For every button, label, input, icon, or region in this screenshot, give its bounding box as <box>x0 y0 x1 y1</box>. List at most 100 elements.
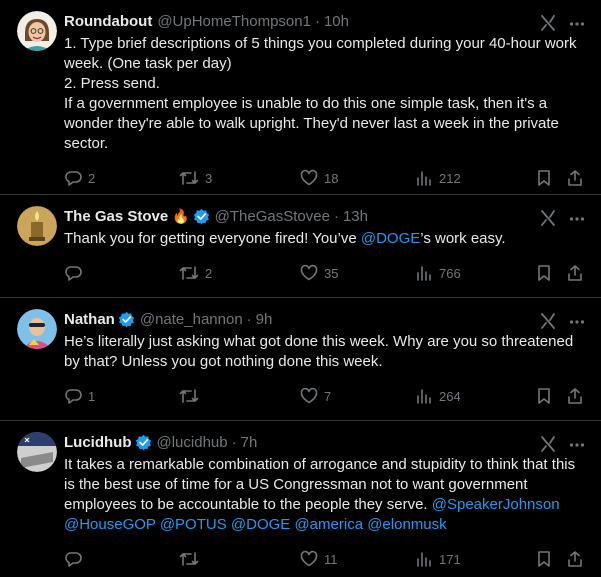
reply-feed: Roundabout @UpHomeThompson1 · 10h 1. Typ… <box>0 0 601 577</box>
more-icon[interactable] <box>569 211 585 232</box>
reply-button[interactable] <box>64 550 88 568</box>
separator-dot: · <box>231 434 237 451</box>
reply-icon <box>65 171 82 186</box>
tweet-header: Lucidhub @lucidhub · 7h <box>64 432 587 453</box>
timestamp[interactable]: 9h <box>256 311 273 328</box>
like-button[interactable]: 11 <box>300 550 338 568</box>
grok-icon[interactable] <box>539 14 557 37</box>
more-icon[interactable] <box>569 437 585 458</box>
tweet-header: Nathan @nate_hannon · 9h <box>64 309 587 330</box>
tweet[interactable]: The Gas Stove 🔥 @TheGasStovee · 13h Than… <box>0 195 601 298</box>
reply-count: 2 <box>88 170 96 186</box>
user-handle[interactable]: @TheGasStovee <box>215 208 330 225</box>
verified-badge-icon <box>193 208 210 225</box>
reply-icon <box>65 266 82 281</box>
mention-link[interactable]: @SpeakerJohnson <box>432 496 560 513</box>
like-button[interactable]: 7 <box>300 387 331 405</box>
grok-icon[interactable] <box>539 435 557 458</box>
like-icon <box>300 550 318 567</box>
action-bar: 2 35 766 <box>64 255 587 291</box>
bookmark-button[interactable] <box>536 264 552 282</box>
views-count: 212 <box>439 170 461 186</box>
separator-dot: · <box>246 311 252 328</box>
like-icon <box>300 169 318 186</box>
retweet-count: 3 <box>205 170 213 186</box>
timestamp[interactable]: 10h <box>324 13 349 30</box>
like-button[interactable]: 35 <box>300 264 338 282</box>
retweet-button[interactable] <box>179 387 205 405</box>
timestamp[interactable]: 13h <box>343 208 368 225</box>
views-count: 264 <box>439 388 461 404</box>
like-count: 18 <box>324 170 339 186</box>
reply-button[interactable]: 1 <box>64 387 95 405</box>
like-count: 35 <box>324 265 339 281</box>
user-handle[interactable]: @UpHomeThompson1 <box>157 13 311 30</box>
mention-links[interactable]: @HouseGOP @POTUS @DOGE @america @elonmus… <box>64 516 447 533</box>
retweet-button[interactable] <box>179 550 205 568</box>
tweet[interactable]: Roundabout @UpHomeThompson1 · 10h 1. Typ… <box>0 0 601 195</box>
text-part: Thank you for getting everyone fired! Yo… <box>64 230 361 247</box>
display-name[interactable]: Nathan <box>64 311 115 328</box>
views-count: 171 <box>439 551 461 567</box>
more-icon[interactable] <box>569 16 585 37</box>
reply-button[interactable]: 2 <box>64 169 95 187</box>
bookmark-button[interactable] <box>536 169 552 187</box>
mention-link[interactable]: @DOGE <box>361 230 420 247</box>
views-button[interactable]: 212 <box>415 169 461 187</box>
avatar[interactable] <box>17 432 57 472</box>
avatar[interactable] <box>17 206 57 246</box>
grok-icon[interactable] <box>539 312 557 335</box>
verified-badge-icon <box>118 311 135 328</box>
verified-badge-icon <box>135 434 152 451</box>
views-icon <box>417 266 431 281</box>
reply-icon <box>65 389 82 404</box>
user-handle[interactable]: @lucidhub <box>157 434 228 451</box>
avatar[interactable] <box>17 11 57 51</box>
display-name[interactable]: Roundabout <box>64 13 152 30</box>
separator-dot: · <box>333 208 339 225</box>
share-button[interactable] <box>566 169 584 187</box>
retweet-icon <box>179 389 199 403</box>
share-button[interactable] <box>566 387 584 405</box>
share-icon <box>568 170 582 186</box>
tweet-header: The Gas Stove 🔥 @TheGasStovee · 13h <box>64 206 587 227</box>
bookmark-icon <box>538 170 550 186</box>
user-handle[interactable]: @nate_hannon <box>140 311 243 328</box>
tweet-text: He’s literally just asking what got done… <box>64 333 574 370</box>
like-icon <box>300 387 318 404</box>
action-bar: 1 7 264 <box>64 378 587 414</box>
bookmark-button[interactable] <box>536 387 552 405</box>
timestamp[interactable]: 7h <box>241 434 258 451</box>
share-button[interactable] <box>566 264 584 282</box>
retweet-count: 2 <box>205 265 213 281</box>
reply-count: 1 <box>88 388 96 404</box>
like-count: 11 <box>324 551 338 567</box>
display-name[interactable]: Lucidhub <box>64 434 132 451</box>
views-icon <box>417 552 431 567</box>
bookmark-button[interactable] <box>536 550 552 568</box>
reply-button[interactable] <box>64 264 88 282</box>
views-button[interactable]: 171 <box>415 550 461 568</box>
views-button[interactable]: 264 <box>415 387 461 405</box>
tweet[interactable]: Nathan @nate_hannon · 9h He’s literally … <box>0 298 601 421</box>
retweet-button[interactable]: 3 <box>179 169 212 187</box>
views-icon <box>417 171 431 186</box>
views-icon <box>417 389 431 404</box>
like-icon <box>300 264 318 281</box>
display-name[interactable]: The Gas Stove <box>64 208 168 225</box>
tweet[interactable]: Lucidhub @lucidhub · 7h It takes a remar… <box>0 421 601 577</box>
tweet-text: It takes a remarkable combination of arr… <box>64 455 587 535</box>
retweet-icon <box>179 171 199 185</box>
retweet-button[interactable]: 2 <box>179 264 212 282</box>
avatar[interactable] <box>17 309 57 349</box>
share-icon <box>568 265 582 281</box>
retweet-icon <box>179 552 199 566</box>
share-button[interactable] <box>566 550 584 568</box>
like-button[interactable]: 18 <box>300 169 338 187</box>
grok-icon[interactable] <box>539 209 557 232</box>
action-bar: 2 3 18 212 <box>64 160 587 196</box>
views-count: 766 <box>439 265 461 281</box>
more-icon[interactable] <box>569 314 585 335</box>
like-count: 7 <box>324 388 332 404</box>
views-button[interactable]: 766 <box>415 264 461 282</box>
